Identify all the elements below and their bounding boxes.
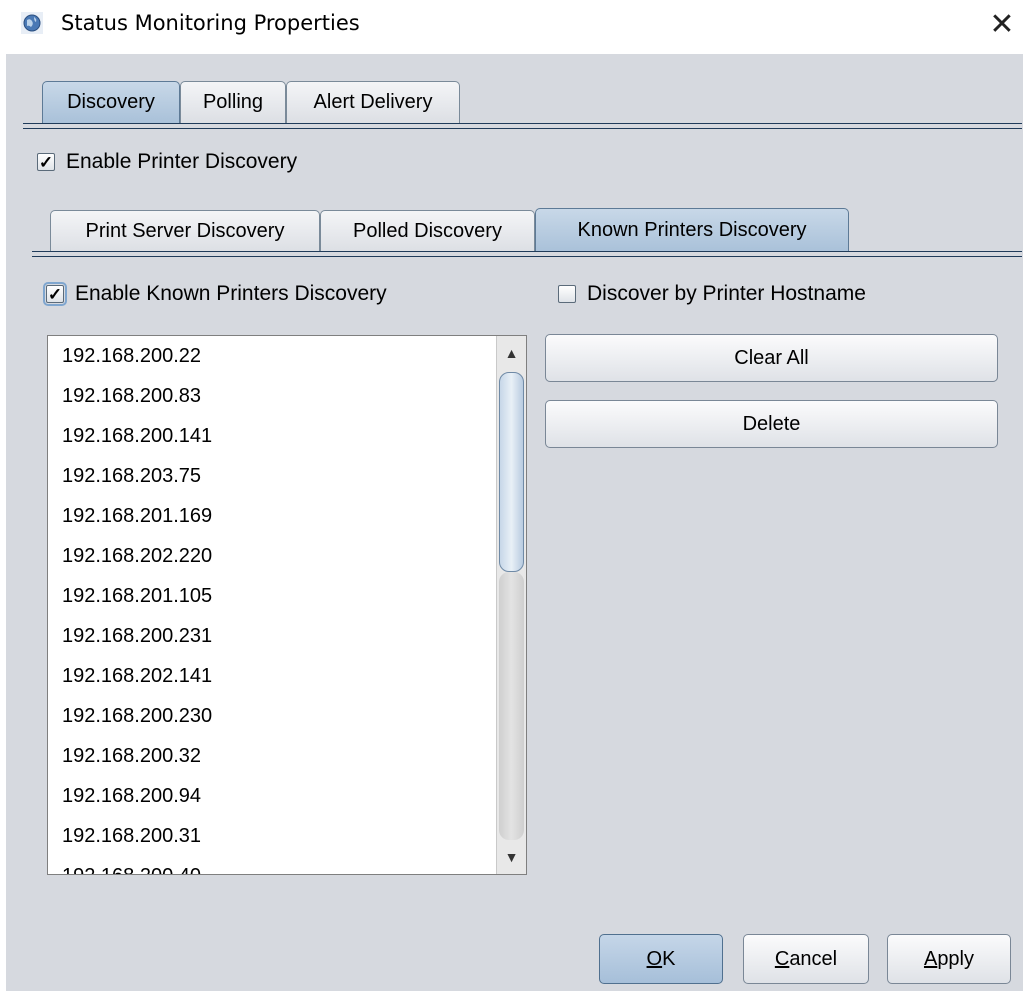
ok-button[interactable]: OK [599,934,723,984]
main-tab-rule [23,123,1022,124]
tab-label: Known Printers Discovery [577,219,807,241]
clear-all-label: Clear All [734,346,809,369]
scrollbar-track[interactable] [499,572,524,840]
vertical-scrollbar[interactable]: ▲ ▼ [496,336,526,874]
tab-print-server-discovery[interactable]: Print Server Discovery [50,210,320,252]
apply-label: Apply [924,948,974,971]
scroll-up-arrow-icon[interactable]: ▲ [497,338,526,368]
list-item[interactable]: 192.168.200.231 [48,616,494,656]
delete-button[interactable]: Delete [545,400,998,448]
scrollbar-thumb[interactable] [499,372,524,572]
cancel-mnemonic: C [774,947,790,970]
list-items: 192.168.200.22 192.168.200.83 192.168.20… [48,336,494,874]
enable-printer-discovery-label: Enable Printer Discovery [66,150,298,173]
tab-known-printers-discovery[interactable]: Known Printers Discovery [535,208,849,252]
apply-mnemonic: A [923,947,938,970]
ok-label: OK [647,948,676,971]
cancel-label: Cancel [775,948,837,971]
dialog-body: Discovery Polling Alert Delivery ✓ Enabl… [6,54,1023,991]
window-title: Status Monitoring Properties [61,11,360,35]
apply-label-rest: pply [937,947,975,970]
cancel-label-rest: ancel [789,947,838,970]
tab-discovery[interactable]: Discovery [42,81,180,123]
tab-polling[interactable]: Polling [180,81,286,123]
list-item[interactable]: 192.168.202.141 [48,656,494,696]
list-item[interactable]: 192.168.200.83 [48,376,494,416]
tab-polled-discovery[interactable]: Polled Discovery [320,210,535,252]
list-item[interactable]: 192.168.200.230 [48,696,494,736]
cancel-button[interactable]: Cancel [743,934,869,984]
discover-by-hostname-checkbox[interactable] [558,285,576,303]
list-item[interactable]: 192.168.200.40 [48,856,494,874]
apply-button[interactable]: Apply [887,934,1011,984]
list-item[interactable]: 192.168.200.94 [48,776,494,816]
globe-icon [21,12,43,34]
enable-known-printers-label: Enable Known Printers Discovery [75,282,387,305]
tab-label: Polling [202,91,264,113]
tab-label: Print Server Discovery [85,220,285,242]
list-item[interactable]: 192.168.203.75 [48,456,494,496]
sub-tab-rule [32,251,1022,252]
list-item[interactable]: 192.168.201.105 [48,576,494,616]
clear-all-button[interactable]: Clear All [545,334,998,382]
enable-known-printers-row[interactable]: ✓ Enable Known Printers Discovery [43,282,387,306]
tab-alert-delivery[interactable]: Alert Delivery [286,81,460,123]
close-icon: ✕ [989,6,1015,42]
close-button[interactable]: ✕ [975,0,1029,48]
list-item[interactable]: 192.168.200.141 [48,416,494,456]
delete-label: Delete [742,412,801,435]
known-printers-list[interactable]: 192.168.200.22 192.168.200.83 192.168.20… [47,335,527,875]
discover-by-hostname-row[interactable]: Discover by Printer Hostname [558,282,866,306]
list-item[interactable]: 192.168.202.220 [48,536,494,576]
enable-printer-discovery-row[interactable]: ✓ Enable Printer Discovery [37,150,297,174]
list-item[interactable]: 192.168.200.32 [48,736,494,776]
list-item[interactable]: 192.168.201.169 [48,496,494,536]
title-bar: Status Monitoring Properties ✕ [0,0,1029,54]
scroll-down-arrow-icon[interactable]: ▼ [497,842,526,872]
list-item[interactable]: 192.168.200.22 [48,336,494,376]
enable-known-printers-checkbox[interactable]: ✓ [43,282,67,306]
tab-label: Alert Delivery [313,91,433,113]
ok-mnemonic: O [646,947,663,970]
discover-by-hostname-label: Discover by Printer Hostname [587,282,866,305]
main-tab-rule-lower [23,128,1022,129]
tab-label: Discovery [67,91,155,113]
ok-label-rest: K [662,947,676,970]
tab-label: Polled Discovery [353,220,502,242]
enable-printer-discovery-checkbox[interactable]: ✓ [37,153,55,171]
sub-tab-rule-lower [32,256,1022,257]
list-item[interactable]: 192.168.200.31 [48,816,494,856]
